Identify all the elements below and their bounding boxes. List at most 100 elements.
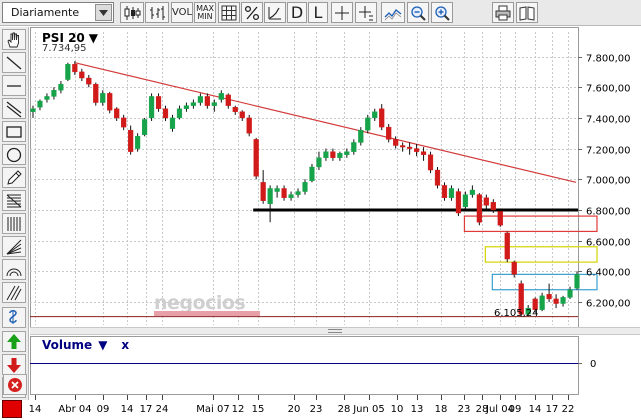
candle-body [148, 96, 155, 119]
gann-grid-tool-button[interactable] [2, 213, 26, 234]
sine-tool-button[interactable] [2, 307, 26, 328]
candle-down [93, 82, 99, 106]
crosshair-button[interactable] [331, 2, 353, 23]
candle-body [288, 194, 294, 198]
grid-toggle-button[interactable] [218, 2, 240, 23]
fan-tool-button[interactable] [2, 236, 26, 257]
candle-body [267, 188, 273, 205]
chart-title-dropdown-icon[interactable]: ▼ [89, 31, 98, 45]
candle-body [511, 261, 517, 275]
hand-icon [7, 32, 19, 47]
crosshair-value-button[interactable] [355, 2, 377, 23]
channel-tool-button[interactable] [2, 98, 26, 119]
zoom-in-button[interactable] [431, 2, 453, 23]
x-tick-label: 28 [337, 404, 351, 415]
delete-drawings-button[interactable] [3, 374, 27, 395]
volume-title: Volume [42, 338, 93, 352]
candle-body [337, 152, 343, 158]
hand-tool-button[interactable] [2, 29, 26, 50]
candle-up [58, 81, 64, 94]
x-tick-label: 15 [251, 404, 265, 415]
export-button[interactable] [516, 2, 538, 23]
splitter-grip-icon[interactable] [328, 329, 342, 333]
buy-arrow-tool-button[interactable] [2, 331, 26, 352]
ohlc-chart-button[interactable] [145, 2, 169, 23]
candle-body [107, 93, 113, 111]
candle-up [211, 99, 217, 112]
color-picker-swatch[interactable] [2, 400, 22, 418]
candlestick-chart-button[interactable] [120, 2, 144, 23]
candle-body [135, 136, 141, 149]
print-button[interactable] [492, 2, 514, 23]
candle-up [337, 151, 343, 161]
candle-body [281, 188, 287, 198]
candle-body [51, 90, 57, 97]
candle-body [183, 105, 190, 109]
daily-button[interactable]: D [287, 2, 307, 23]
candle-up [448, 185, 455, 201]
speed-lines-tool-button[interactable] [2, 282, 26, 303]
chevron-down-icon[interactable] [95, 4, 112, 21]
x-tick-label: 12 [231, 404, 245, 415]
vertical-lines-icon [7, 216, 21, 231]
x-tick-label: 09 [508, 404, 522, 415]
candle-body [400, 145, 406, 148]
candles [30, 61, 580, 317]
pencil-tool-button[interactable] [2, 167, 26, 188]
candle-down [155, 93, 162, 112]
candle-up [30, 105, 36, 118]
candle-down [204, 93, 210, 109]
line-chart-button[interactable]: L [308, 2, 328, 23]
candle-body [393, 139, 399, 146]
fibonacci-tool-button[interactable] [2, 190, 26, 211]
period-select[interactable]: Diariamente [2, 2, 114, 23]
rectangle-icon [6, 125, 22, 138]
sell-arrow-tool-button[interactable] [2, 354, 26, 375]
x-tick-label: 09 [96, 404, 110, 415]
line-chart-button-label: L [313, 3, 323, 22]
candle-down [107, 91, 113, 114]
arrow-up-icon [7, 333, 21, 349]
candle-body [274, 188, 280, 192]
candle-down [121, 114, 127, 131]
percent-scale-button[interactable] [241, 2, 263, 23]
zoom-out-button[interactable] [407, 2, 429, 23]
candle-up [197, 93, 203, 106]
candle-body [79, 71, 85, 79]
arc-tool-button[interactable] [2, 259, 26, 280]
volume-toggle-button[interactable]: VOL [171, 2, 193, 23]
candle-up [148, 93, 155, 121]
candle-down [232, 105, 238, 115]
panel-splitter[interactable] [30, 327, 640, 335]
candle-body [386, 126, 392, 140]
volume-dropdown-icon[interactable]: ▼ [98, 338, 107, 352]
horizontal-line-icon [7, 84, 21, 87]
candle-body [323, 151, 329, 158]
candle-down [281, 185, 287, 201]
candle-down [86, 74, 92, 88]
log-scale-button[interactable] [264, 2, 286, 23]
volume-close-icon[interactable]: x [121, 338, 129, 352]
zoom-area-button[interactable] [381, 2, 405, 23]
rectangle-tool-button[interactable] [2, 121, 26, 142]
y-tick-label: 6.200,00 [586, 299, 631, 310]
grid-icon [221, 5, 237, 20]
candle-body [469, 189, 475, 195]
candle-down [239, 110, 245, 121]
dollar-wave-icon [9, 309, 17, 324]
candle-body [407, 146, 413, 149]
horizontal-line-tool-button[interactable] [2, 75, 26, 96]
volume-toggle-label: VOL [171, 7, 193, 18]
candle-body [86, 77, 92, 85]
trendline-tool-button[interactable] [2, 52, 26, 73]
crosshair-value-icon [359, 5, 373, 20]
x-tick-label: 13 [410, 404, 424, 415]
watermark-underline [154, 311, 260, 316]
candle-up [37, 99, 43, 111]
max-min-toggle-button[interactable]: MAX MIN [194, 2, 216, 23]
ellipse-tool-button[interactable] [2, 144, 26, 165]
candle-up [344, 148, 350, 158]
min-label: MIN [197, 11, 213, 21]
candle-up [267, 185, 273, 223]
y-tick-label: 7.000,00 [586, 176, 631, 187]
